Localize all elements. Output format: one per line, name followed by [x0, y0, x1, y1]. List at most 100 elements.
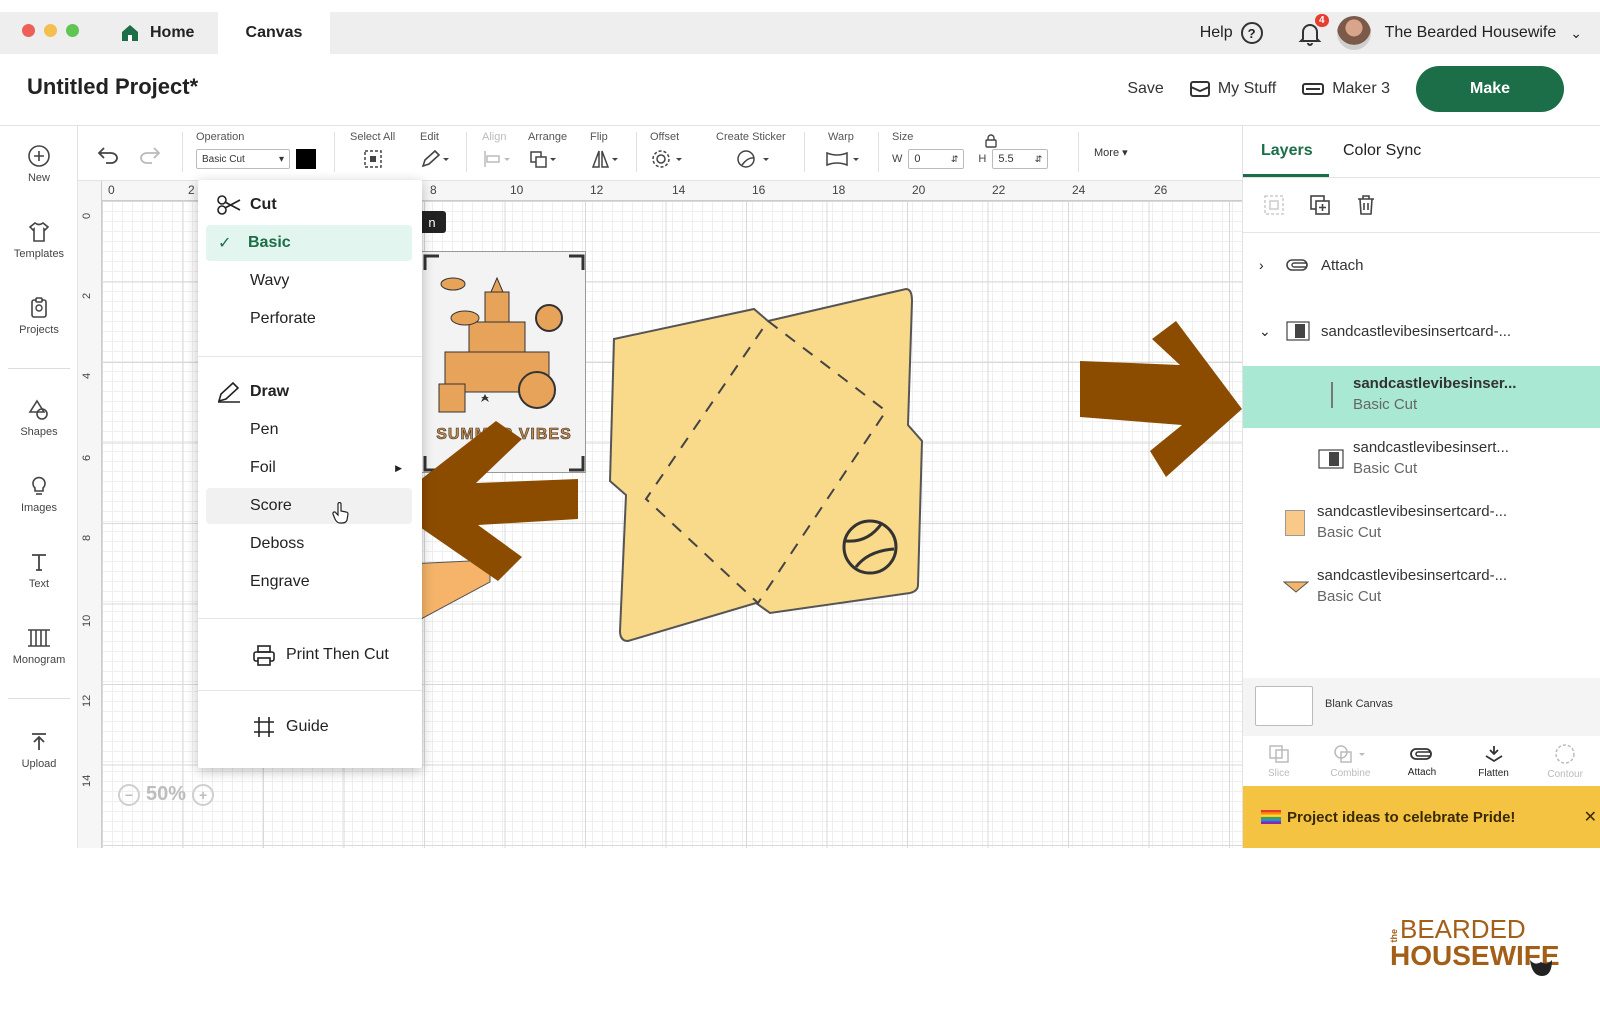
- more-button[interactable]: More ▾: [1094, 146, 1128, 159]
- duplicate-icon[interactable]: [1309, 194, 1331, 216]
- sidebar-item-new[interactable]: New: [0, 144, 78, 184]
- menu-item-perforate[interactable]: Perforate: [198, 301, 422, 337]
- undo-icon[interactable]: [96, 144, 120, 164]
- submenu-arrow-icon: ▶: [395, 462, 402, 473]
- tab-home[interactable]: Home: [120, 12, 194, 54]
- align-group[interactable]: Align: [482, 131, 512, 172]
- redo-icon[interactable]: [138, 144, 162, 164]
- notifications-button[interactable]: 4: [1297, 14, 1329, 46]
- my-stuff-button[interactable]: My Stuff: [1189, 80, 1276, 98]
- warp-group[interactable]: Warp: [824, 131, 862, 172]
- checkmark-icon: ✓: [218, 235, 232, 252]
- tab-canvas-label: Canvas: [245, 24, 303, 41]
- menu-item-foil[interactable]: Foil ▶: [198, 450, 422, 486]
- machine-selector[interactable]: Maker 3: [1302, 80, 1390, 98]
- menu-item-basic[interactable]: ✓ Basic: [206, 225, 412, 261]
- flatten-button[interactable]: Flatten: [1458, 736, 1530, 786]
- sidebar-item-label: Images: [20, 502, 58, 514]
- layer-tools: [1263, 194, 1377, 216]
- menu-item-wavy[interactable]: Wavy: [198, 263, 422, 299]
- action-label: Flatten: [1478, 767, 1509, 779]
- close-window-button[interactable]: [22, 24, 35, 37]
- menu-section-cut: Cut: [198, 187, 422, 223]
- trash-icon[interactable]: [1355, 194, 1377, 216]
- operation-color-swatch[interactable]: [296, 149, 316, 169]
- combine-button[interactable]: Combine: [1315, 736, 1387, 786]
- tab-color-sync[interactable]: Color Sync: [1343, 142, 1421, 160]
- size-label: Size: [892, 131, 914, 143]
- align-label: Align: [482, 131, 507, 143]
- save-button[interactable]: Save: [1127, 80, 1163, 98]
- tab-layers[interactable]: Layers: [1261, 142, 1313, 160]
- create-sticker-group[interactable]: Create Sticker: [716, 131, 786, 172]
- sidebar-item-shapes[interactable]: Shapes: [0, 398, 78, 438]
- tooltip-text: n: [428, 214, 436, 230]
- menu-item-print-then-cut[interactable]: Print Then Cut: [198, 637, 422, 673]
- more-label: More: [1094, 147, 1120, 159]
- menu-divider: [198, 356, 422, 357]
- chevron-down-icon[interactable]: ⌄: [1570, 25, 1582, 42]
- sidebar-item-upload[interactable]: Upload: [0, 730, 78, 770]
- sticker-icon: [737, 150, 769, 168]
- contour-button[interactable]: Contour: [1529, 736, 1600, 786]
- ruler-tick: 8: [81, 534, 93, 541]
- user-name[interactable]: The Bearded Housewife: [1385, 24, 1557, 42]
- rainbow-flag-icon: [1261, 810, 1281, 824]
- layer-group-row[interactable]: ⌄ sandcastlevibesinsertcard-...: [1259, 320, 1600, 342]
- edit-group[interactable]: Edit: [420, 131, 450, 172]
- zoom-in-button[interactable]: +: [192, 783, 215, 806]
- slice-button[interactable]: Slice: [1243, 736, 1315, 786]
- tooltip: n: [418, 211, 446, 233]
- attach-button[interactable]: Attach: [1386, 736, 1458, 786]
- annotation-arrow-right: [1080, 321, 1242, 477]
- zoom-window-button[interactable]: [66, 24, 79, 37]
- sidebar-item-images[interactable]: Images: [0, 474, 78, 514]
- menu-item-engrave[interactable]: Engrave: [198, 564, 422, 600]
- flip-group[interactable]: Flip: [590, 131, 620, 172]
- watermark-line1: BEARDED: [1400, 914, 1526, 944]
- avatar[interactable]: [1336, 16, 1371, 50]
- ruler-tick: 18: [832, 183, 846, 197]
- pencil-icon: [421, 149, 449, 168]
- layer-row-selected[interactable]: sandcastlevibesinser... Basic Cut: [1243, 366, 1600, 428]
- layer-row[interactable]: sandcastlevibesinsertcard-... Basic Cut: [1243, 558, 1600, 620]
- select-all-group[interactable]: Select All: [350, 131, 395, 172]
- layer-row[interactable]: sandcastlevibesinsert... Basic Cut: [1243, 430, 1600, 492]
- sidebar-item-projects[interactable]: Projects: [0, 296, 78, 336]
- layer-row[interactable]: sandcastlevibesinsertcard-... Basic Cut: [1243, 494, 1600, 556]
- sidebar-item-monogram[interactable]: Monogram: [0, 626, 78, 666]
- operation-select[interactable]: Basic Cut ▾: [196, 149, 290, 169]
- offset-group[interactable]: Offset: [650, 131, 684, 172]
- tab-canvas[interactable]: Canvas: [218, 12, 330, 54]
- menu-item-guide[interactable]: Guide: [198, 709, 422, 745]
- minimize-window-button[interactable]: [44, 24, 57, 37]
- page-title[interactable]: Untitled Project*: [27, 74, 198, 100]
- ruler-tick: 14: [81, 774, 93, 787]
- beach-ball-image: [842, 519, 898, 575]
- sidebar-item-templates[interactable]: Templates: [0, 220, 78, 260]
- height-input[interactable]: 5.5 ⇵: [992, 149, 1049, 169]
- sidebar-item-text[interactable]: Text: [0, 550, 78, 590]
- menu-item-pen[interactable]: Pen: [198, 412, 422, 448]
- ruler-tick: 0: [108, 183, 115, 197]
- sidebar-item-label: Projects: [19, 324, 59, 336]
- promo-banner[interactable]: Project ideas to celebrate Pride! ✕: [1243, 786, 1600, 848]
- width-input[interactable]: 0 ⇵: [908, 149, 965, 169]
- help-button[interactable]: Help ?: [1200, 22, 1263, 44]
- caret-down-icon: ▾: [1122, 147, 1128, 159]
- arrange-group[interactable]: Arrange: [528, 131, 567, 172]
- menu-item-score[interactable]: Score: [206, 488, 412, 524]
- group-icon[interactable]: [1263, 194, 1285, 216]
- lock-icon[interactable]: [984, 134, 998, 148]
- zoom-out-button[interactable]: −: [118, 783, 140, 806]
- operation-value: Basic Cut: [202, 153, 245, 165]
- envelope-design[interactable]: [606, 285, 926, 647]
- make-button[interactable]: Make: [1416, 66, 1564, 112]
- blank-canvas-row[interactable]: Blank Canvas: [1243, 678, 1600, 736]
- promo-text: Project ideas to celebrate Pride!: [1287, 808, 1516, 826]
- close-icon[interactable]: ✕: [1584, 807, 1597, 827]
- offset-label: Offset: [650, 131, 680, 143]
- menu-item-deboss[interactable]: Deboss: [198, 526, 422, 562]
- attach-group-row[interactable]: › Attach: [1259, 256, 1600, 274]
- menu-divider: [198, 618, 422, 619]
